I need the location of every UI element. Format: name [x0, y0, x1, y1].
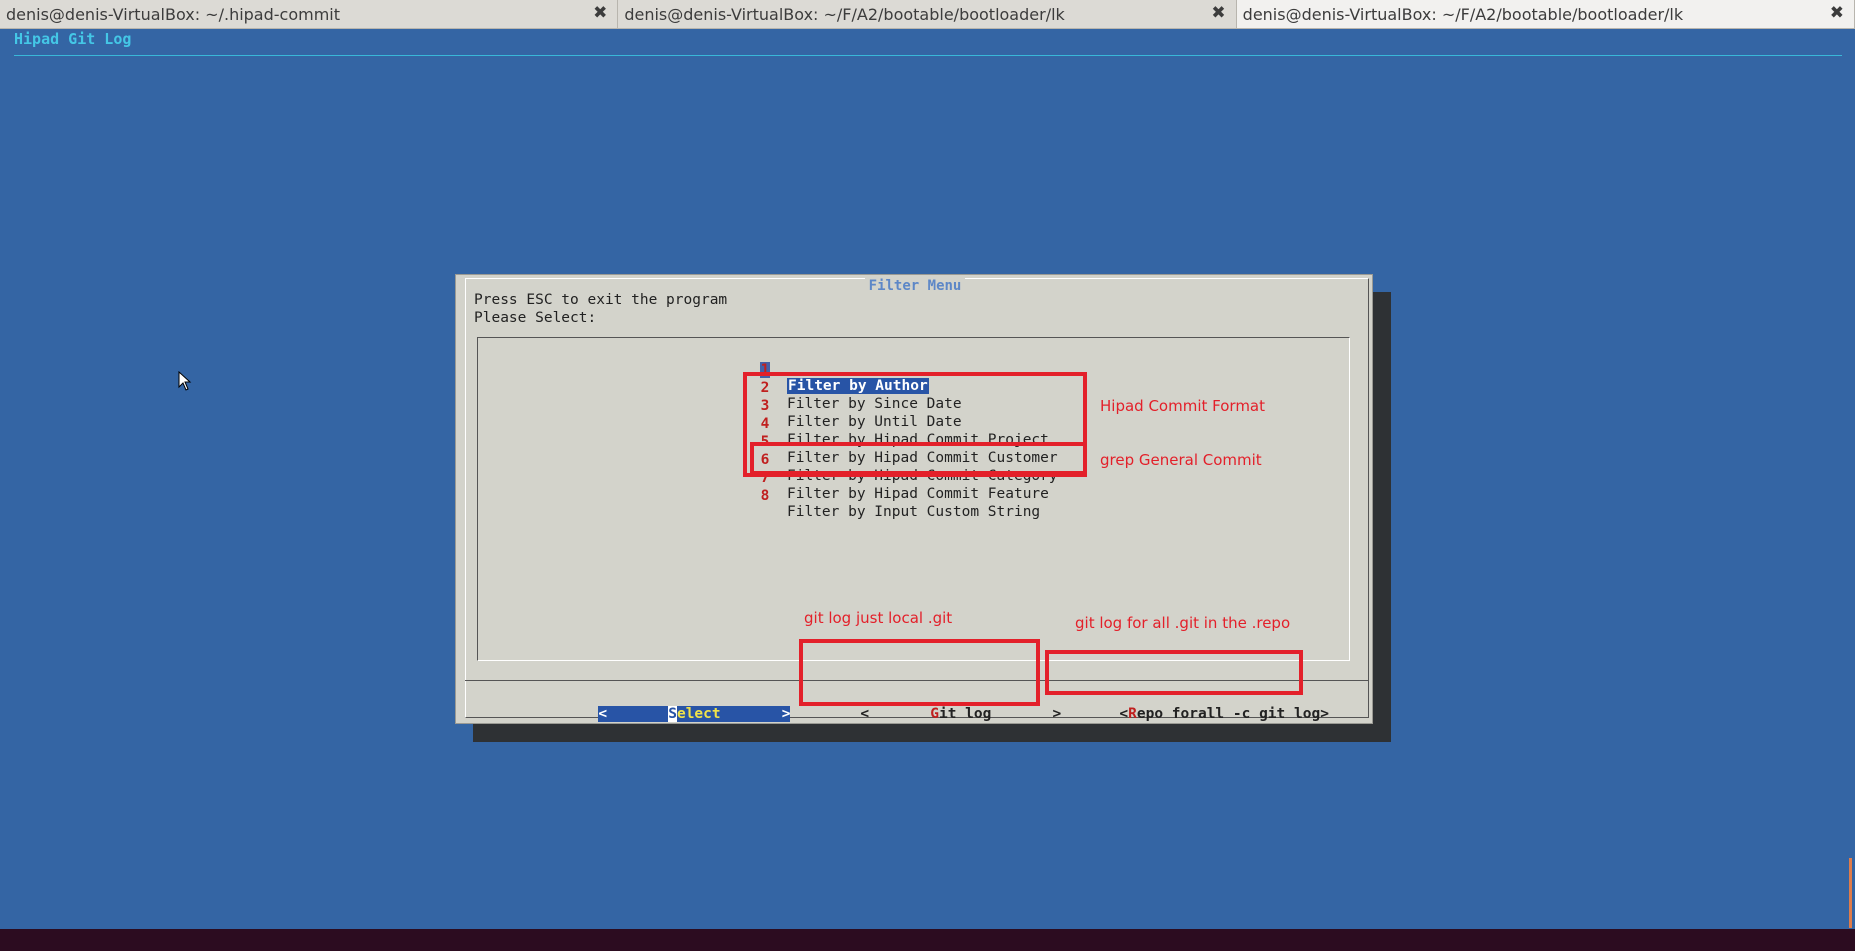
button-bracket: <	[860, 706, 870, 722]
tab-title: denis@denis-VirtualBox: ~/F/A2/bootable/…	[1242, 5, 1684, 24]
menu-item-key: 8	[760, 488, 770, 504]
custom-string-highlight-box	[750, 442, 1087, 475]
button-pad	[869, 706, 930, 722]
close-icon[interactable]: ✖	[1830, 3, 1844, 23]
button-pad	[607, 706, 669, 722]
menu-item-label: Filter by Input Custom String	[787, 504, 1041, 520]
backtitle: Hipad Git Log	[14, 30, 132, 48]
button-pad	[720, 706, 782, 722]
menu-item-1[interactable]: 1 Filter by Author	[760, 346, 929, 394]
button-hotkey: G	[930, 706, 939, 722]
prompt-text: Please Select:	[474, 310, 597, 326]
close-icon[interactable]: ✖	[593, 3, 607, 23]
button-bracket: >	[1052, 706, 1062, 722]
button-bracket: >	[1320, 706, 1329, 722]
bottom-panel	[0, 929, 1855, 951]
tab-bootloader-lk-1[interactable]: denis@denis-VirtualBox: ~/F/A2/bootable/…	[618, 0, 1237, 28]
annotation-local-git: git log just local .git	[804, 609, 953, 627]
mouse-pointer-icon	[178, 371, 192, 391]
button-bracket: <	[598, 706, 608, 722]
button-hotkey: S	[668, 706, 677, 722]
terminal-area[interactable]: Hipad Git Log Filter Menu Press ESC to e…	[0, 29, 1855, 929]
tab-hipad-commit[interactable]: denis@denis-VirtualBox: ~/.hipad-commit …	[0, 0, 619, 28]
dialog-title: Filter Menu	[864, 278, 966, 294]
button-label: elect	[676, 706, 721, 722]
scrollbar-indicator	[1849, 858, 1852, 928]
button-pad	[991, 706, 1052, 722]
annotation-grep-general-commit: grep General Commit	[1100, 451, 1262, 469]
button-bracket: >	[781, 706, 791, 722]
close-icon[interactable]: ✖	[1211, 3, 1225, 23]
button-label: it log	[938, 706, 992, 722]
instruction-text: Press ESC to exit the program	[474, 292, 728, 308]
select-button[interactable]: < Select >	[546, 690, 791, 722]
tab-title: denis@denis-VirtualBox: ~/F/A2/bootable/…	[624, 5, 1065, 24]
terminal-tab-bar: denis@denis-VirtualBox: ~/.hipad-commit …	[0, 0, 1855, 29]
button-hotkey: R	[1128, 706, 1137, 722]
repo-forall-highlight-box	[1045, 650, 1303, 695]
tab-title: denis@denis-VirtualBox: ~/.hipad-commit	[6, 5, 341, 24]
annotation-all-git: git log for all .git in the .repo	[1075, 614, 1291, 632]
button-label: epo forall -c git log	[1136, 706, 1321, 722]
backtitle-divider	[14, 55, 1842, 56]
tab-bootloader-lk-2[interactable]: denis@denis-VirtualBox: ~/F/A2/bootable/…	[1236, 0, 1855, 28]
git-log-highlight-box	[799, 639, 1040, 706]
button-bracket: <	[1119, 706, 1129, 722]
annotation-hipad-commit-format: Hipad Commit Format	[1100, 397, 1265, 415]
